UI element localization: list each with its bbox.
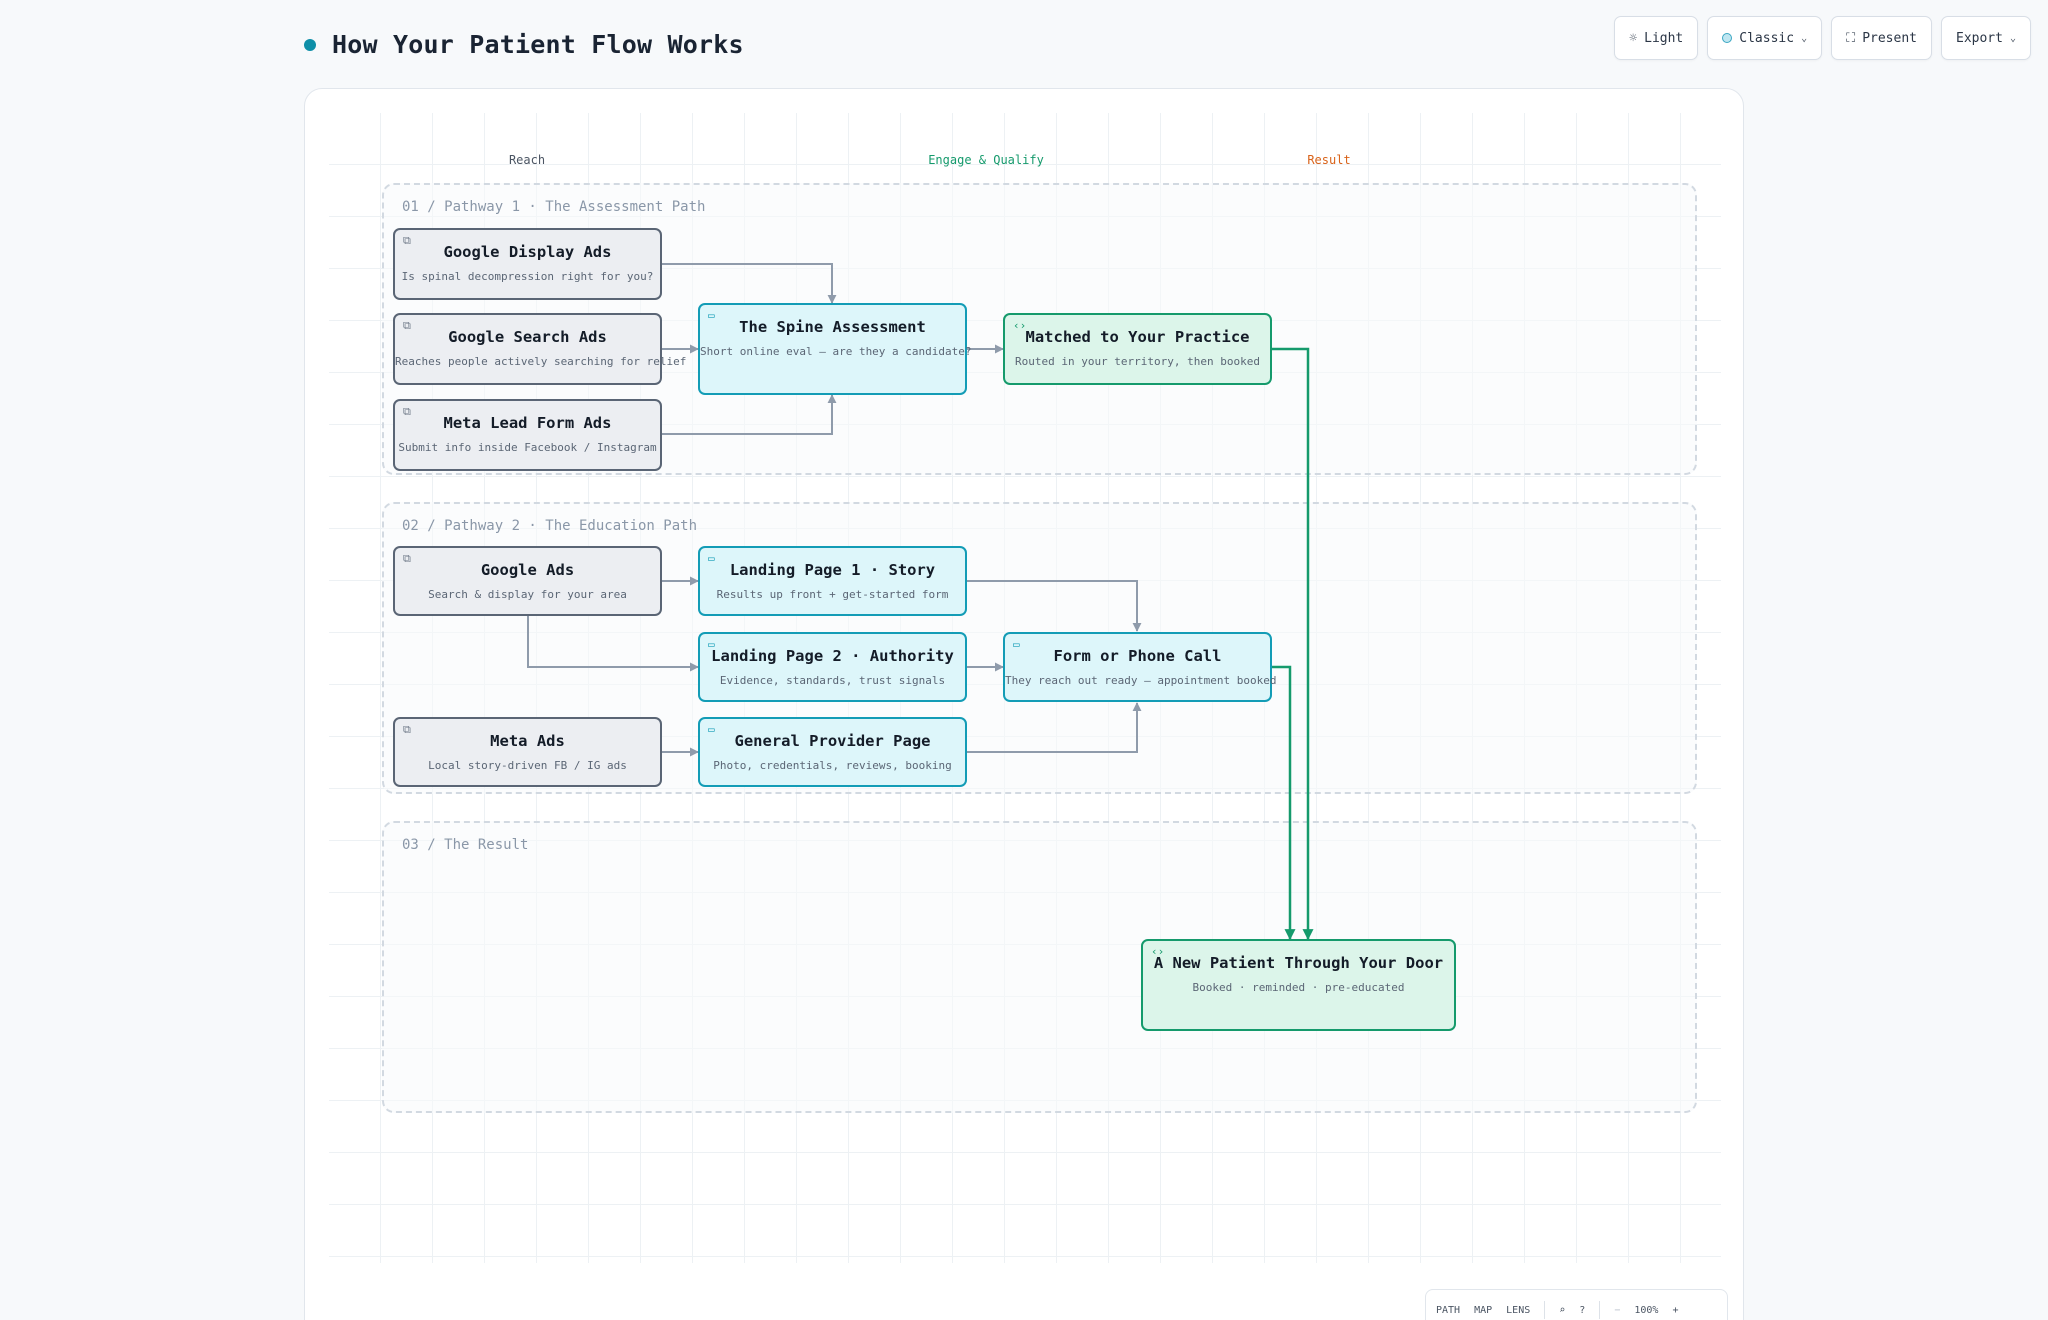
node-title: Google Display Ads <box>443 243 612 261</box>
node-subtitle: Local story-driven FB / IG ads <box>428 759 627 772</box>
node-subtitle: Evidence, standards, trust signals <box>719 674 946 687</box>
node-subtitle: Reaches people actively searching for re… <box>395 355 687 368</box>
expand-icon: ⛶ <box>1846 30 1856 46</box>
node-landing-page-2[interactable]: ▭ Landing Page 2 · Authority Evidence, s… <box>698 632 967 702</box>
node-title: Landing Page 1 · Story <box>729 561 936 579</box>
sun-icon: ☼ <box>1629 30 1638 46</box>
node-subtitle: Submit info inside Facebook / Instagram <box>398 441 657 454</box>
browser-window-icon: ▭ <box>708 638 715 651</box>
node-subtitle: Booked · reminded · pre-educated <box>1192 981 1405 994</box>
external-link-icon: ⧉ <box>403 552 411 565</box>
node-spine-assessment[interactable]: ▭ The Spine Assessment Short online eval… <box>698 303 972 395</box>
theme-button[interactable]: ☼ Light <box>1614 16 1699 60</box>
node-title: Landing Page 2 · Authority <box>711 647 954 665</box>
divider <box>1544 1301 1546 1319</box>
present-button-label: Present <box>1862 30 1917 46</box>
style-dropdown[interactable]: Classic ⌄ <box>1707 16 1823 60</box>
theme-button-label: Light <box>1644 30 1684 46</box>
zoom-in-button[interactable]: + <box>1672 1305 1678 1316</box>
node-title: Google Ads <box>480 561 575 579</box>
node-subtitle: Short online eval — are they a candidate… <box>700 345 972 358</box>
node-form-or-phone-call[interactable]: ▭ Form or Phone Call They reach out read… <box>1003 632 1277 702</box>
edge-google-ads-to-landing-2 <box>527 615 699 672</box>
help-icon[interactable]: ? <box>1579 1305 1585 1316</box>
zoom-level: 100% <box>1634 1304 1659 1316</box>
edge-meta-lead-to-spine-assessment <box>662 394 837 435</box>
node-new-patient[interactable]: ‹› A New Patient Through Your Door Booke… <box>1141 939 1456 1031</box>
page-header: How Your Patient Flow Works <box>304 30 744 59</box>
export-dropdown[interactable]: Export ⌄ <box>1941 16 2031 60</box>
node-subtitle: They reach out ready — appointment booke… <box>1005 674 1277 687</box>
node-google-search-ads[interactable]: ⧉ Google Search Ads Reaches people activ… <box>393 313 687 385</box>
code-brackets-icon: ‹› <box>1151 945 1165 958</box>
node-subtitle: Routed in your territory, then booked <box>1014 355 1261 368</box>
node-subtitle: Search & display for your area <box>428 588 627 601</box>
chevron-down-icon: ⌄ <box>2009 32 2016 44</box>
browser-window-icon: ▭ <box>1013 638 1020 651</box>
zoom-out-button[interactable]: − <box>1614 1305 1620 1316</box>
external-link-icon: ⧉ <box>403 723 411 736</box>
node-subtitle: Is spinal decompression right for you? <box>401 270 654 283</box>
node-title: A New Patient Through Your Door <box>1153 954 1444 972</box>
node-meta-lead-form-ads[interactable]: ⧉ Meta Lead Form Ads Submit info inside … <box>393 399 662 471</box>
map-view-button[interactable]: MAP <box>1474 1305 1492 1316</box>
browser-window-icon: ▭ <box>708 309 715 322</box>
top-toolbar: ☼ Light Classic ⌄ ⛶ Present Export ⌄ <box>1614 16 2031 60</box>
node-general-provider-page[interactable]: ▭ General Provider Page Photo, credentia… <box>698 717 967 787</box>
node-title: Matched to Your Practice <box>1025 328 1250 346</box>
node-matched-to-practice[interactable]: ‹› Matched to Your Practice Routed in yo… <box>1003 313 1272 385</box>
external-link-icon: ⧉ <box>403 234 411 247</box>
node-title: The Spine Assessment <box>739 318 926 336</box>
node-subtitle: Photo, credentials, reviews, booking <box>713 759 952 772</box>
external-link-icon: ⧉ <box>403 405 411 418</box>
style-swatch-icon <box>1722 33 1733 43</box>
browser-window-icon: ▭ <box>708 723 715 736</box>
edge-landing-1-to-form-call <box>967 580 1142 632</box>
edge-google-display-to-spine-assessment <box>662 263 837 304</box>
node-title: Google Search Ads <box>448 328 607 346</box>
node-google-display-ads[interactable]: ⧉ Google Display Ads Is spinal decompres… <box>393 228 662 300</box>
browser-window-icon: ▭ <box>708 552 715 565</box>
chevron-down-icon: ⌄ <box>1801 32 1808 44</box>
node-title: General Provider Page <box>734 732 931 750</box>
view-controls: PATH MAP LENS ⌕ ? − 100% + <box>1425 1289 1728 1320</box>
external-link-icon: ⧉ <box>403 319 411 332</box>
node-meta-ads[interactable]: ⧉ Meta Ads Local story-driven FB / IG ad… <box>393 717 662 787</box>
export-dropdown-label: Export <box>1956 30 2003 46</box>
node-title: Meta Ads <box>490 732 565 750</box>
node-title: Meta Lead Form Ads <box>443 414 612 432</box>
page-title: How Your Patient Flow Works <box>332 30 744 59</box>
edge-form-call-to-new-patient <box>1272 665 1296 941</box>
code-brackets-icon: ‹› <box>1013 319 1027 332</box>
lens-view-button[interactable]: LENS <box>1506 1305 1530 1316</box>
diagram-canvas[interactable]: Reach Engage & Qualify Result 01 / Pathw… <box>304 88 1744 1320</box>
node-subtitle: Results up front + get-started form <box>716 588 949 601</box>
node-google-ads[interactable]: ⧉ Google Ads Search & display for your a… <box>393 546 662 616</box>
divider <box>1599 1301 1601 1319</box>
search-icon[interactable]: ⌕ <box>1559 1305 1565 1316</box>
present-button[interactable]: ⛶ Present <box>1831 16 1932 60</box>
node-landing-page-1[interactable]: ▭ Landing Page 1 · Story Results up fron… <box>698 546 967 616</box>
style-dropdown-label: Classic <box>1739 30 1795 46</box>
edge-provider-page-to-form-call <box>967 702 1142 753</box>
node-title: Form or Phone Call <box>1053 647 1222 665</box>
path-view-button[interactable]: PATH <box>1436 1305 1460 1316</box>
title-dot <box>304 38 316 51</box>
